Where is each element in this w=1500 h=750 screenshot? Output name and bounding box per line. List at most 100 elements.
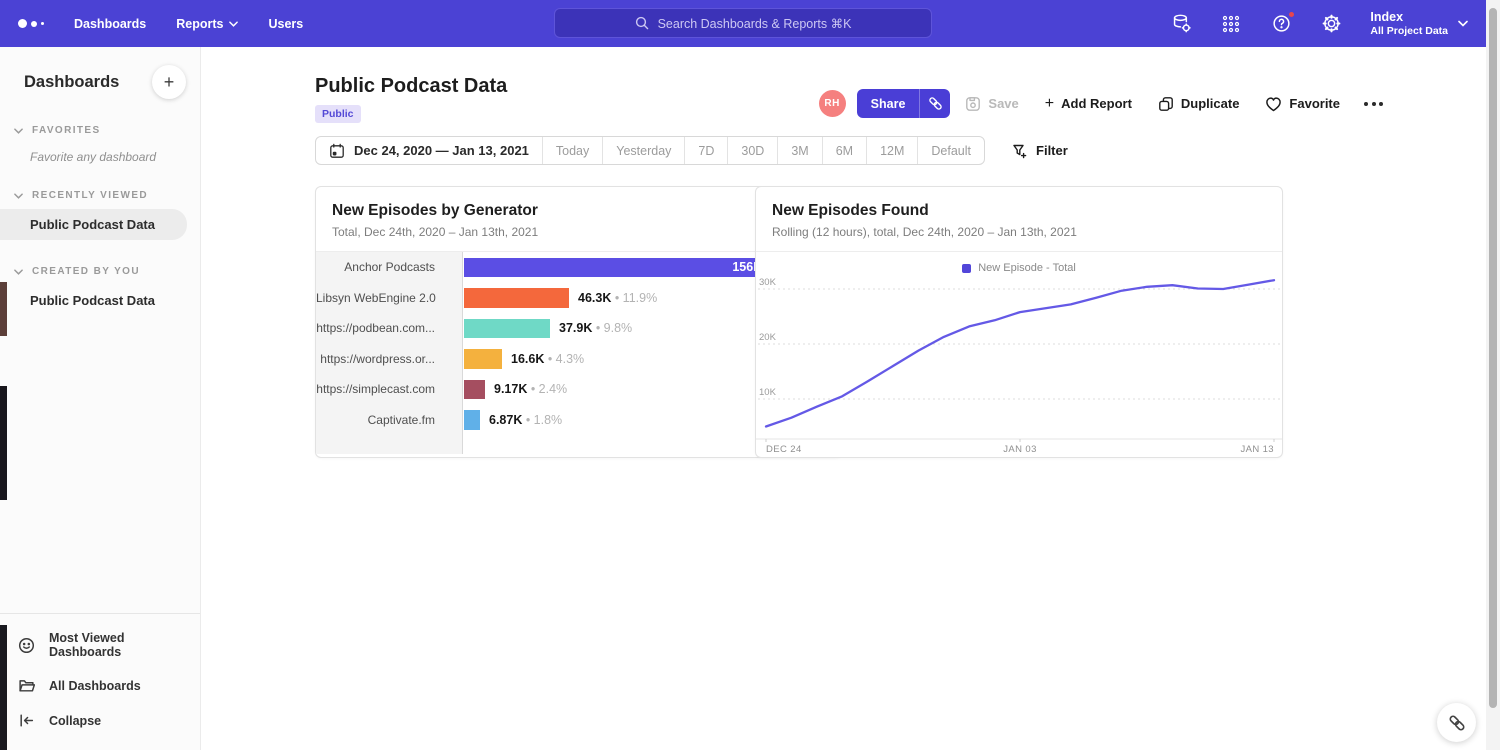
app-window: Dashboards Reports Users Search Dashboar… bbox=[0, 0, 1500, 750]
project-name: Index bbox=[1370, 10, 1448, 25]
link-icon bbox=[928, 96, 943, 111]
smiley-icon bbox=[18, 637, 35, 654]
header-actions: RH Share Save + Add Report Duplicate bbox=[819, 89, 1383, 118]
chevron-down-icon bbox=[14, 193, 23, 199]
top-navigation-bar: Dashboards Reports Users Search Dashboar… bbox=[0, 0, 1486, 47]
plus-icon: + bbox=[1045, 95, 1054, 113]
date-range-picker[interactable]: Dec 24, 2020 — Jan 13, 2021 bbox=[316, 137, 542, 164]
preset-yesterday[interactable]: Yesterday bbox=[602, 137, 684, 164]
filter-button[interactable]: Filter bbox=[1012, 143, 1068, 159]
chevron-down-icon bbox=[229, 21, 238, 27]
date-toolbar: Dec 24, 2020 — Jan 13, 2021 Today Yester… bbox=[315, 136, 1068, 165]
filter-icon bbox=[1012, 143, 1028, 159]
search-placeholder: Search Dashboards & Reports ⌘K bbox=[658, 16, 852, 31]
calendar-icon bbox=[329, 143, 345, 159]
bar-category-label: https://podbean.com... bbox=[316, 313, 449, 344]
favorite-button[interactable]: Favorite bbox=[1265, 96, 1340, 112]
avatar[interactable]: RH bbox=[819, 90, 846, 117]
main-content: Public Podcast Data Public RH Share Save… bbox=[201, 47, 1486, 750]
copy-link-fab[interactable] bbox=[1437, 703, 1476, 742]
all-dashboards-button[interactable]: All Dashboards bbox=[0, 668, 200, 703]
public-badge: Public bbox=[315, 105, 361, 123]
gear-icon[interactable] bbox=[1320, 13, 1342, 35]
x-axis-tick-label: JAN 03 bbox=[1003, 444, 1037, 455]
chart-legend[interactable]: New Episode - Total bbox=[756, 252, 1282, 277]
bar-value-label: 16.6K • 4.3% bbox=[511, 344, 584, 375]
y-axis-tick-label: 30K bbox=[759, 277, 777, 288]
bar-chart-subtitle: Total, Dec 24th, 2020 – Jan 13th, 2021 bbox=[332, 225, 825, 239]
scrollbar-thumb[interactable] bbox=[1489, 8, 1497, 708]
bar-segment[interactable] bbox=[464, 380, 485, 400]
preset-3m[interactable]: 3M bbox=[777, 137, 821, 164]
search-icon bbox=[635, 16, 649, 30]
sidebar-item-public-podcast-data-2[interactable]: Public Podcast Data bbox=[0, 285, 200, 316]
most-viewed-dashboards-button[interactable]: Most Viewed Dashboards bbox=[0, 622, 200, 668]
add-dashboard-button[interactable]: + bbox=[152, 65, 186, 99]
copy-link-button[interactable] bbox=[919, 89, 950, 118]
chevron-down-icon bbox=[14, 269, 23, 275]
bar-category-label: https://wordpress.or... bbox=[316, 344, 449, 375]
sidebar: Dashboards + FAVORITES Favorite any dash… bbox=[0, 47, 201, 750]
bar-chart-title: New Episodes by Generator bbox=[332, 202, 825, 220]
heart-icon bbox=[1265, 96, 1282, 112]
y-axis-tick-label: 20K bbox=[759, 332, 777, 343]
preset-6m[interactable]: 6M bbox=[822, 137, 866, 164]
bar-category-label: Anchor Podcasts bbox=[316, 252, 449, 283]
preset-default[interactable]: Default bbox=[917, 137, 984, 164]
capture-artifact bbox=[0, 625, 7, 750]
sidebar-section-created-by-you[interactable]: CREATED BY YOU bbox=[0, 266, 200, 277]
folder-icon bbox=[18, 677, 35, 694]
date-range-group: Dec 24, 2020 — Jan 13, 2021 Today Yester… bbox=[315, 136, 985, 165]
preset-12m[interactable]: 12M bbox=[866, 137, 917, 164]
sidebar-footer: Most Viewed Dashboards All Dashboards Co… bbox=[0, 613, 200, 750]
sidebar-title: Dashboards bbox=[24, 73, 119, 92]
x-axis-tick-label: DEC 24 bbox=[766, 444, 802, 455]
capture-artifact bbox=[0, 282, 7, 336]
search-input[interactable]: Search Dashboards & Reports ⌘K bbox=[554, 8, 932, 38]
preset-30d[interactable]: 30D bbox=[727, 137, 777, 164]
line-chart-title: New Episodes Found bbox=[772, 202, 1266, 220]
nav-item-dashboards[interactable]: Dashboards bbox=[74, 17, 146, 31]
bar-segment[interactable] bbox=[464, 319, 550, 339]
sidebar-section-favorites[interactable]: FAVORITES bbox=[0, 125, 200, 136]
chevron-down-icon bbox=[1458, 20, 1468, 27]
notification-badge bbox=[1287, 10, 1296, 19]
bar-category-label: Captivate.fm bbox=[316, 405, 449, 436]
preset-7d[interactable]: 7D bbox=[684, 137, 727, 164]
apps-grid-icon[interactable] bbox=[1220, 13, 1242, 35]
bar-value-label: 46.3K • 11.9% bbox=[578, 283, 657, 314]
collapse-sidebar-button[interactable]: Collapse bbox=[0, 703, 200, 738]
more-options-button[interactable] bbox=[1364, 102, 1383, 106]
x-axis-tick-label: JAN 13 bbox=[1240, 444, 1274, 455]
bar-segment[interactable] bbox=[464, 410, 480, 430]
help-icon[interactable] bbox=[1270, 13, 1292, 35]
preset-today[interactable]: Today bbox=[542, 137, 602, 164]
line-chart-plot: 10K20K30KDEC 24JAN 03JAN 13 bbox=[756, 277, 1282, 460]
share-button[interactable]: Share bbox=[857, 89, 951, 118]
link-icon bbox=[1448, 714, 1466, 732]
bar-segment[interactable] bbox=[464, 288, 569, 308]
bar-category-label: Libsyn WebEngine 2.0 bbox=[316, 283, 449, 314]
database-icon[interactable] bbox=[1170, 13, 1192, 35]
project-subtitle: All Project Data bbox=[1370, 25, 1448, 38]
app-logo[interactable] bbox=[18, 19, 44, 28]
sidebar-section-recently-viewed[interactable]: RECENTLY VIEWED bbox=[0, 190, 200, 201]
line-chart-svg[interactable]: 10K20K30KDEC 24JAN 03JAN 13 bbox=[756, 277, 1282, 455]
line-chart-card: New Episodes Found Rolling (12 hours), t… bbox=[755, 186, 1283, 458]
add-report-button[interactable]: + Add Report bbox=[1045, 95, 1132, 113]
nav-right-icons: Index All Project Data bbox=[1170, 10, 1468, 38]
duplicate-button[interactable]: Duplicate bbox=[1158, 96, 1240, 112]
nav-item-users[interactable]: Users bbox=[268, 17, 303, 31]
save-button[interactable]: Save bbox=[965, 96, 1018, 112]
nav-item-reports[interactable]: Reports bbox=[176, 17, 238, 31]
page-title: Public Podcast Data bbox=[315, 75, 507, 98]
sidebar-item-public-podcast-data[interactable]: Public Podcast Data bbox=[0, 209, 187, 240]
bar-value-label: 9.17K • 2.4% bbox=[494, 374, 567, 405]
project-selector[interactable]: Index All Project Data bbox=[1370, 10, 1468, 38]
legend-swatch bbox=[962, 264, 971, 273]
bar-segment[interactable] bbox=[464, 349, 502, 369]
collapse-icon bbox=[18, 712, 35, 729]
scrollbar[interactable] bbox=[1486, 0, 1500, 750]
capture-artifact bbox=[0, 386, 7, 500]
line-series[interactable] bbox=[766, 280, 1274, 426]
